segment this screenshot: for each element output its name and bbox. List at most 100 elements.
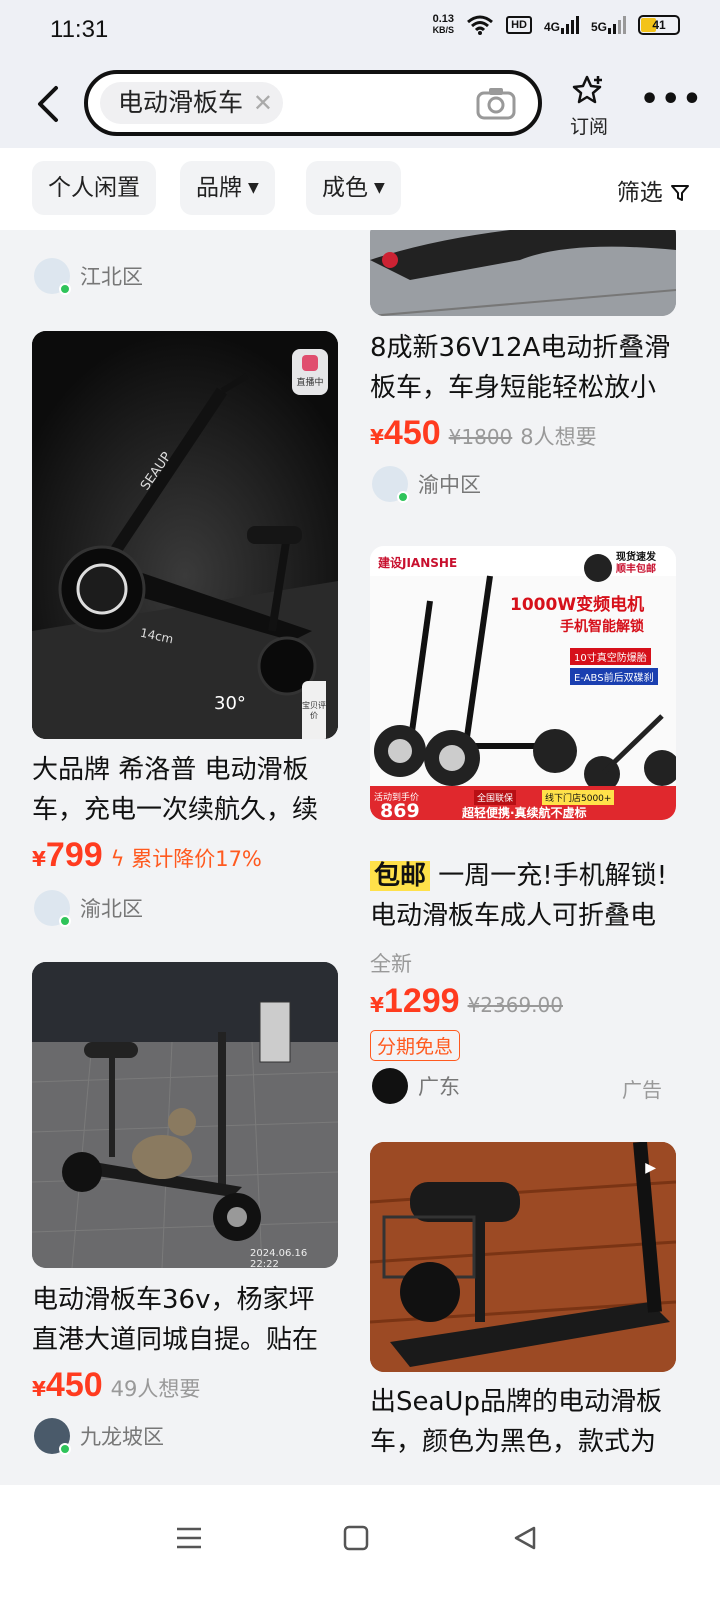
seller-location: 渝北区	[34, 890, 143, 927]
title-line: 一周一充!手机解锁!	[438, 861, 668, 891]
price: 799	[45, 836, 103, 874]
signal-4g-label: 4G	[543, 20, 560, 34]
ad-brand: 建设JIANSHE	[378, 556, 458, 570]
battery-icon: 41	[638, 15, 680, 35]
ad-label: 广告	[622, 1078, 662, 1102]
review-tab[interactable]: 宝贝评价	[302, 681, 326, 739]
title-line: 电动滑板车成人可折叠电	[370, 901, 657, 931]
title-line: 大品牌 希洛普 电动滑板	[32, 755, 309, 785]
ad-shipping-2: 顺丰包邮	[616, 564, 656, 575]
filter-condition[interactable]: 成色 ▼	[306, 161, 401, 215]
location-text: 江北区	[80, 265, 143, 289]
scooter-basket-photo	[370, 1142, 676, 1372]
avatar	[34, 1418, 71, 1455]
system-nav-bar	[0, 1485, 720, 1600]
product-image[interactable]: ▶	[370, 1142, 676, 1372]
product-title[interactable]: 包邮 一周一充!手机解锁! 电动滑板车成人可折叠电	[370, 856, 680, 936]
currency-symbol: ¥	[32, 1377, 46, 1401]
ad-unlock: 手机智能解锁	[560, 619, 644, 635]
product-title[interactable]: 8成新36V12A电动折叠滑 板车，车身短能轻松放小	[370, 328, 680, 408]
signal-4g-bars	[560, 16, 579, 34]
want-count: 49人想要	[110, 1377, 201, 1401]
live-icon	[302, 355, 318, 371]
condition-label: 全新	[370, 952, 412, 976]
more-options-icon[interactable]: •••	[640, 82, 704, 117]
battery-level: 41	[652, 18, 666, 32]
hd-badge: HD	[506, 16, 532, 34]
camera-icon[interactable]	[476, 86, 516, 120]
seller-location: 九龙坡区	[34, 1418, 164, 1455]
product-title[interactable]: 出SeaUp品牌的电动滑板 车，颜色为黑色，款式为	[370, 1382, 680, 1462]
screen-filter-label: 筛选	[616, 180, 663, 206]
back-arrow-icon[interactable]	[30, 82, 70, 126]
price-row: ¥450 49人想要	[32, 1366, 200, 1405]
live-badge[interactable]: 直播中	[292, 349, 328, 395]
product-photo	[370, 230, 676, 316]
search-query-chip[interactable]: 电动滑板车 ✕	[100, 82, 284, 124]
filter-personal[interactable]: 个人闲置	[32, 161, 156, 215]
search-input[interactable]: 电动滑板车 ✕	[84, 70, 542, 136]
location-text: 九龙坡区	[80, 1425, 164, 1449]
filter-bar: 个人闲置 品牌 ▼ 成色 ▼ 筛选	[0, 148, 720, 230]
title-line: 车，充电一次续航久，续	[32, 795, 319, 825]
price-drop: ϟ 累计降价17%	[111, 843, 262, 873]
filter-personal-label: 个人闲置	[48, 175, 140, 201]
prev-item-location: 江北区	[34, 258, 143, 295]
location-text: 渝北区	[80, 897, 143, 921]
menu-icon[interactable]	[176, 1525, 202, 1551]
seller-location: 广东	[372, 1068, 460, 1104]
back-triangle-icon[interactable]	[512, 1525, 538, 1551]
avatar	[34, 890, 71, 927]
scooter-cat-photo	[32, 962, 338, 1268]
ad-tire: 10寸真空防爆胎	[570, 648, 651, 665]
ad-warranty: 全国联保	[474, 790, 517, 805]
ad-stores: 线下门店5000+	[542, 790, 615, 805]
free-shipping-tag: 包邮	[370, 861, 431, 891]
location-text: 渝中区	[418, 473, 481, 497]
filter-brand[interactable]: 品牌 ▼	[180, 161, 275, 215]
installment-tag: 分期免息	[370, 1030, 461, 1061]
avatar	[372, 466, 409, 503]
chevron-down-icon: ▼	[248, 180, 259, 196]
title-line: 出SeaUp品牌的电动滑板	[370, 1387, 662, 1417]
lightning-icon: ϟ	[110, 847, 125, 871]
product-image[interactable]: 建设JIANSHE 现货速发 顺丰包邮 1000W变频电机 手机智能解锁 10寸真…	[370, 546, 676, 820]
product-image[interactable]	[370, 230, 676, 316]
filter-condition-label: 成色	[322, 175, 368, 201]
photo-timestamp: 2024.06.16 22:22	[250, 1248, 308, 1268]
price-row: ¥799 ϟ 累计降价17%	[32, 836, 262, 875]
screen-filter-button[interactable]: 筛选	[617, 173, 690, 207]
live-label: 直播中	[296, 378, 324, 388]
net-speed: 0.13 KB/S	[433, 14, 455, 36]
ad-slogan: 超轻便携·真续航不虚标	[462, 806, 587, 820]
clock: 11:31	[50, 16, 109, 43]
product-title[interactable]: 大品牌 希洛普 电动滑板 车，充电一次续航久，续	[32, 750, 342, 830]
title-line: 电动滑板车36v，杨家坪	[32, 1285, 315, 1315]
price-row: ¥1299 ¥2369.00	[370, 982, 563, 1021]
currency-symbol: ¥	[370, 993, 384, 1017]
home-icon[interactable]	[343, 1525, 369, 1551]
signal-5g-bars	[608, 16, 626, 34]
clear-query-icon[interactable]: ✕	[253, 82, 273, 124]
price: 450	[383, 414, 441, 452]
product-image[interactable]: SEAUP 直播中 30° 14cm 宝贝评价	[32, 331, 338, 739]
price-drop-text: 累计降价17%	[131, 847, 262, 871]
status-bar: 11:31 0.13 KB/S HD 4G 5G 41	[0, 0, 720, 62]
title-line: 板车，车身短能轻松放小	[370, 373, 657, 403]
angle-label: 30°	[214, 693, 246, 714]
subscribe-button[interactable]: 订阅	[566, 74, 612, 139]
signal-4g: 4G	[544, 16, 579, 34]
product-title[interactable]: 电动滑板车36v，杨家坪 直港大道同城自提。贴在	[32, 1280, 342, 1360]
price-row: ¥450 ¥1800 8人想要	[370, 414, 597, 453]
product-image[interactable]: 2024.06.16 22:22	[32, 962, 338, 1268]
funnel-icon	[671, 185, 689, 201]
net-speed-value: 0.13	[432, 13, 455, 25]
avatar	[34, 258, 71, 295]
video-play-icon: ▶	[645, 1160, 656, 1176]
title-line: 8成新36V12A电动折叠滑	[370, 333, 671, 363]
subscribe-label: 订阅	[569, 116, 608, 138]
ad-promo-price: 869	[380, 800, 420, 820]
search-query-text: 电动滑板车	[118, 88, 244, 117]
ad-abs: E-ABS前后双碟刹	[570, 668, 658, 685]
filter-brand-label: 品牌	[196, 175, 242, 201]
